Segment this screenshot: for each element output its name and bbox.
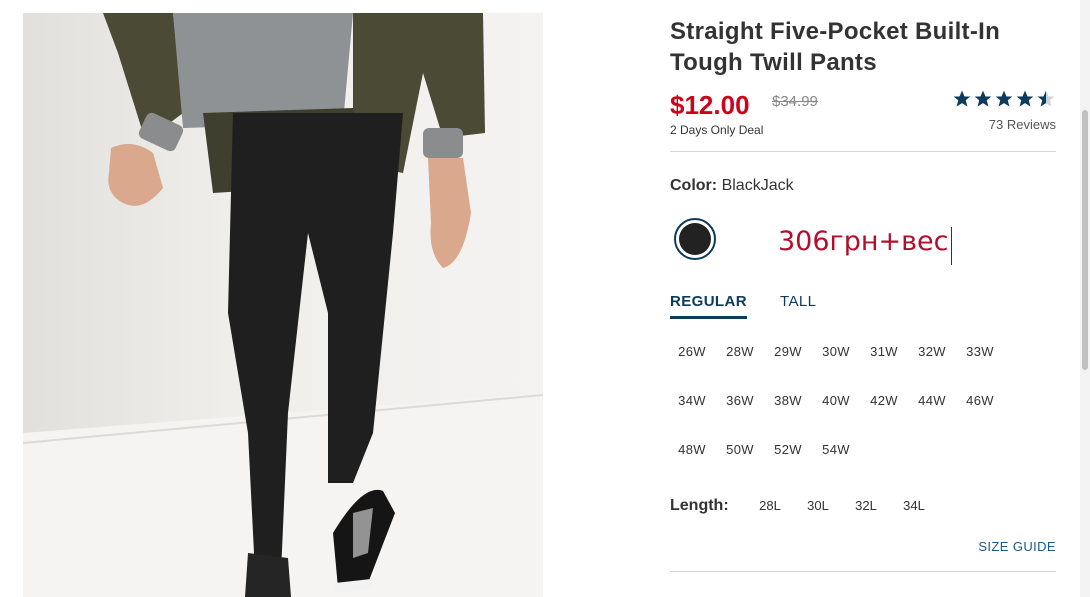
star-icon xyxy=(953,90,971,107)
text-cursor xyxy=(951,227,952,265)
half-star-icon xyxy=(1037,90,1055,107)
size-option[interactable]: 33W xyxy=(958,334,1002,370)
deal-label: 2 Days Only Deal xyxy=(670,123,764,137)
color-value: BlackJack xyxy=(721,177,794,194)
product-info-panel: Straight Five-Pocket Built-In Tough Twil… xyxy=(670,0,1056,597)
tab-tall[interactable]: TALL xyxy=(780,293,816,310)
star-icon xyxy=(995,90,1013,107)
length-label: Length: xyxy=(670,497,729,514)
size-option[interactable]: 34W xyxy=(670,383,714,419)
size-option[interactable]: 38W xyxy=(766,383,810,419)
length-option[interactable]: 34L xyxy=(892,489,936,523)
product-title: Straight Five-Pocket Built-In Tough Twil… xyxy=(670,18,1001,76)
tab-regular[interactable]: REGULAR xyxy=(670,293,747,319)
product-image[interactable] xyxy=(23,13,543,597)
size-option[interactable]: 48W xyxy=(670,432,714,468)
size-option[interactable]: 44W xyxy=(910,383,954,419)
reviews-link[interactable]: 73 Reviews xyxy=(989,117,1056,132)
size-option[interactable]: 46W xyxy=(958,383,1002,419)
size-option[interactable]: 54W xyxy=(814,432,858,468)
divider xyxy=(670,571,1056,572)
divider xyxy=(670,151,1056,152)
swatch-fill xyxy=(679,223,711,255)
color-swatch-blackjack[interactable] xyxy=(674,218,716,260)
scrollbar[interactable] xyxy=(1080,0,1090,597)
size-option[interactable]: 32W xyxy=(910,334,954,370)
price-note-text[interactable]: 306грн+вес xyxy=(778,226,949,257)
length-option[interactable]: 28L xyxy=(748,489,792,523)
star-rating[interactable] xyxy=(952,89,1056,109)
original-price: $34.99 xyxy=(772,93,818,110)
length-option[interactable]: 32L xyxy=(844,489,888,523)
size-option[interactable]: 28W xyxy=(718,334,762,370)
size-option[interactable]: 50W xyxy=(718,432,762,468)
size-option[interactable]: 31W xyxy=(862,334,906,370)
length-option[interactable]: 30L xyxy=(796,489,840,523)
star-icon xyxy=(974,90,992,107)
size-option[interactable]: 42W xyxy=(862,383,906,419)
color-selector-label: Color: BlackJack xyxy=(670,177,794,195)
star-icon xyxy=(1016,90,1034,107)
size-option[interactable]: 36W xyxy=(718,383,762,419)
scrollbar-thumb[interactable] xyxy=(1082,110,1088,370)
size-option[interactable]: 29W xyxy=(766,334,810,370)
size-option[interactable]: 26W xyxy=(670,334,714,370)
size-option[interactable]: 30W xyxy=(814,334,858,370)
color-label: Color: xyxy=(670,177,718,194)
sale-price: $12.00 xyxy=(670,90,750,120)
size-option[interactable]: 52W xyxy=(766,432,810,468)
size-option[interactable]: 40W xyxy=(814,383,858,419)
size-guide-link[interactable]: SIZE GUIDE xyxy=(978,539,1056,554)
